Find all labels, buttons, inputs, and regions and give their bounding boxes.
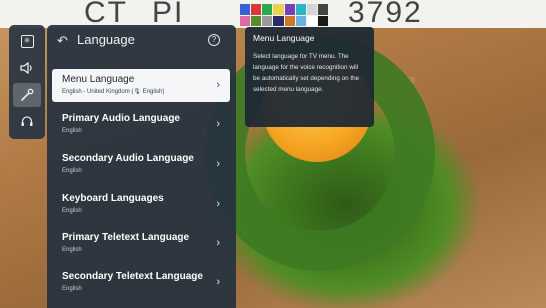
menu-item-menu-language[interactable]: Menu Language English - United Kingdom (… (52, 69, 230, 102)
menu-item-value: English (62, 208, 82, 214)
color-swatch (317, 15, 328, 26)
chevron-right-icon: › (216, 237, 220, 249)
color-swatch (284, 15, 295, 26)
chevron-right-icon: › (216, 79, 220, 91)
chevron-right-icon: › (216, 276, 220, 288)
help-icon[interactable]: ? (208, 34, 220, 46)
general-settings-icon (21, 88, 34, 101)
menu-item-label: Secondary Teletext Language (62, 271, 203, 282)
menu-item-keyboard-languages[interactable]: Keyboard Languages English › (52, 188, 230, 221)
menu-item-label: Primary Audio Language (62, 113, 180, 124)
rail-item-sound[interactable] (13, 56, 41, 80)
menu-item-label: Primary Teletext Language (62, 232, 190, 243)
color-swatch (306, 15, 317, 26)
help-tooltip: Menu Language Select language for TV men… (245, 27, 374, 127)
language-settings-panel: ↶ Language ? Menu Language English - Uni… (47, 25, 236, 308)
color-swatch (295, 15, 306, 26)
rail-item-general[interactable] (13, 83, 41, 107)
page-title: Language (77, 32, 135, 47)
menu-item-primary-teletext-language[interactable]: Primary Teletext Language English › (52, 227, 230, 260)
menu-item-value: English (62, 128, 82, 134)
color-swatch (262, 4, 273, 15)
color-swatch (273, 15, 284, 26)
chevron-right-icon: › (216, 158, 220, 170)
chevron-right-icon: › (216, 118, 220, 130)
menu-item-label: Menu Language (62, 74, 135, 85)
tooltip-body: Select language for TV menu. The languag… (253, 53, 360, 93)
settings-category-rail: ✳ (9, 25, 45, 139)
color-swatch (262, 15, 273, 26)
color-swatch (306, 4, 317, 15)
menu-item-secondary-audio-language[interactable]: Secondary Audio Language English › (52, 148, 230, 181)
color-swatch (251, 4, 262, 15)
color-swatch (273, 4, 284, 15)
menu-item-value: English (62, 286, 82, 292)
menu-item-label: Keyboard Languages (62, 193, 164, 204)
color-swatch (240, 4, 251, 15)
menu-item-primary-audio-language[interactable]: Primary Audio Language English › (52, 108, 230, 141)
menu-item-value: English - United Kingdom (🎙 English) (62, 89, 165, 95)
menu-item-secondary-teletext-language[interactable]: Secondary Teletext Language English › (52, 266, 230, 299)
sound-icon (20, 62, 32, 74)
rail-item-picture[interactable]: ✳ (13, 29, 41, 53)
menu-item-label: Secondary Audio Language (62, 153, 194, 164)
color-swatch (251, 15, 262, 26)
support-headset-icon (21, 116, 33, 126)
background-text-3: 3792 (348, 0, 423, 29)
menu-item-value: English (62, 247, 82, 253)
color-swatch (240, 15, 251, 26)
panel-header: ↶ Language ? (47, 25, 236, 57)
back-icon[interactable]: ↶ (57, 33, 68, 49)
menu-item-value: English (62, 168, 82, 174)
color-swatch (317, 4, 328, 15)
color-swatch (284, 4, 295, 15)
chevron-right-icon: › (216, 198, 220, 210)
color-swatch (295, 4, 306, 15)
tooltip-title: Menu Language (253, 33, 315, 43)
background-color-swatches (240, 4, 328, 26)
rail-item-support[interactable] (13, 110, 41, 134)
background-top-strip: CT PI 3792 (0, 0, 546, 29)
picture-settings-icon: ✳ (20, 34, 34, 48)
